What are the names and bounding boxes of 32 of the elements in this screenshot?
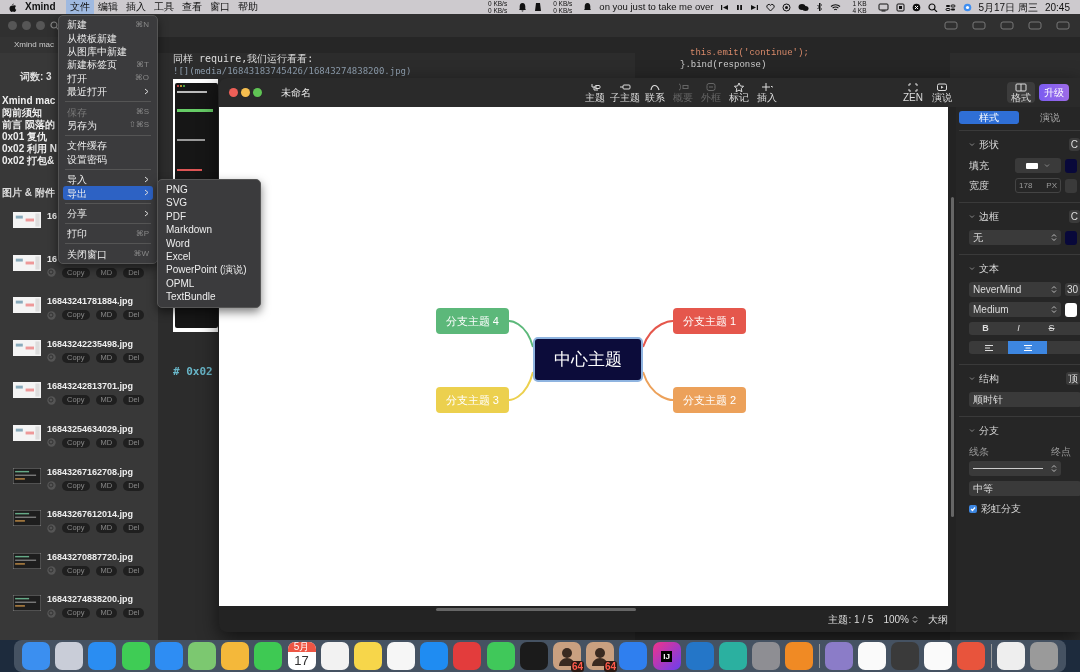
field-label: 线条 (969, 445, 990, 459)
section-title: 边框 (979, 210, 999, 224)
code-line: this.emit('continue'); (690, 47, 810, 59)
file-name: 16843267612014.jpg (47, 508, 134, 521)
field-label: 填充 (969, 159, 990, 173)
section-title: 结构 (979, 372, 999, 386)
word-count: 词数: 3 (20, 70, 52, 83)
code-line: }.bind(response) (680, 59, 768, 71)
file-name: 16843254634029.jpg (47, 422, 134, 435)
now-playing-text: on you just to take me over (599, 0, 714, 14)
date-text: 5月17日 周三 (978, 0, 1038, 15)
file-name: 16843270887720.jpg (47, 550, 134, 563)
clock-text: 20:45 (1044, 0, 1070, 15)
file-name: 16 (47, 210, 57, 222)
section-title: 图片 & 附件 (2, 186, 55, 200)
section-title: 文本 (979, 262, 999, 276)
section-title: 形状 (979, 138, 999, 152)
file-name: 16843267162708.jpg (47, 465, 134, 478)
file-name: 16843242813701.jpg (47, 380, 134, 393)
field-label: 终点 (1051, 445, 1071, 459)
field-label: 宽度 (969, 179, 990, 193)
section-title: 分支 (979, 424, 999, 438)
file-name: 16 (47, 252, 57, 265)
zoom-level: 100% (883, 612, 909, 627)
paragraph: 同样 require,我们运行看看: (173, 53, 315, 65)
file-name: 16843241781884.jpg (47, 295, 134, 308)
topic-count: 主题: 1 / 5 (828, 612, 874, 627)
file-name: 16843274838200.jpg (47, 593, 134, 606)
file-name: 16843242235498.jpg (47, 337, 134, 350)
checkbox-label: 彩虹分支 (981, 502, 1021, 516)
window-title: 未命名 (281, 86, 312, 100)
heading: # 0x02 (173, 364, 214, 380)
